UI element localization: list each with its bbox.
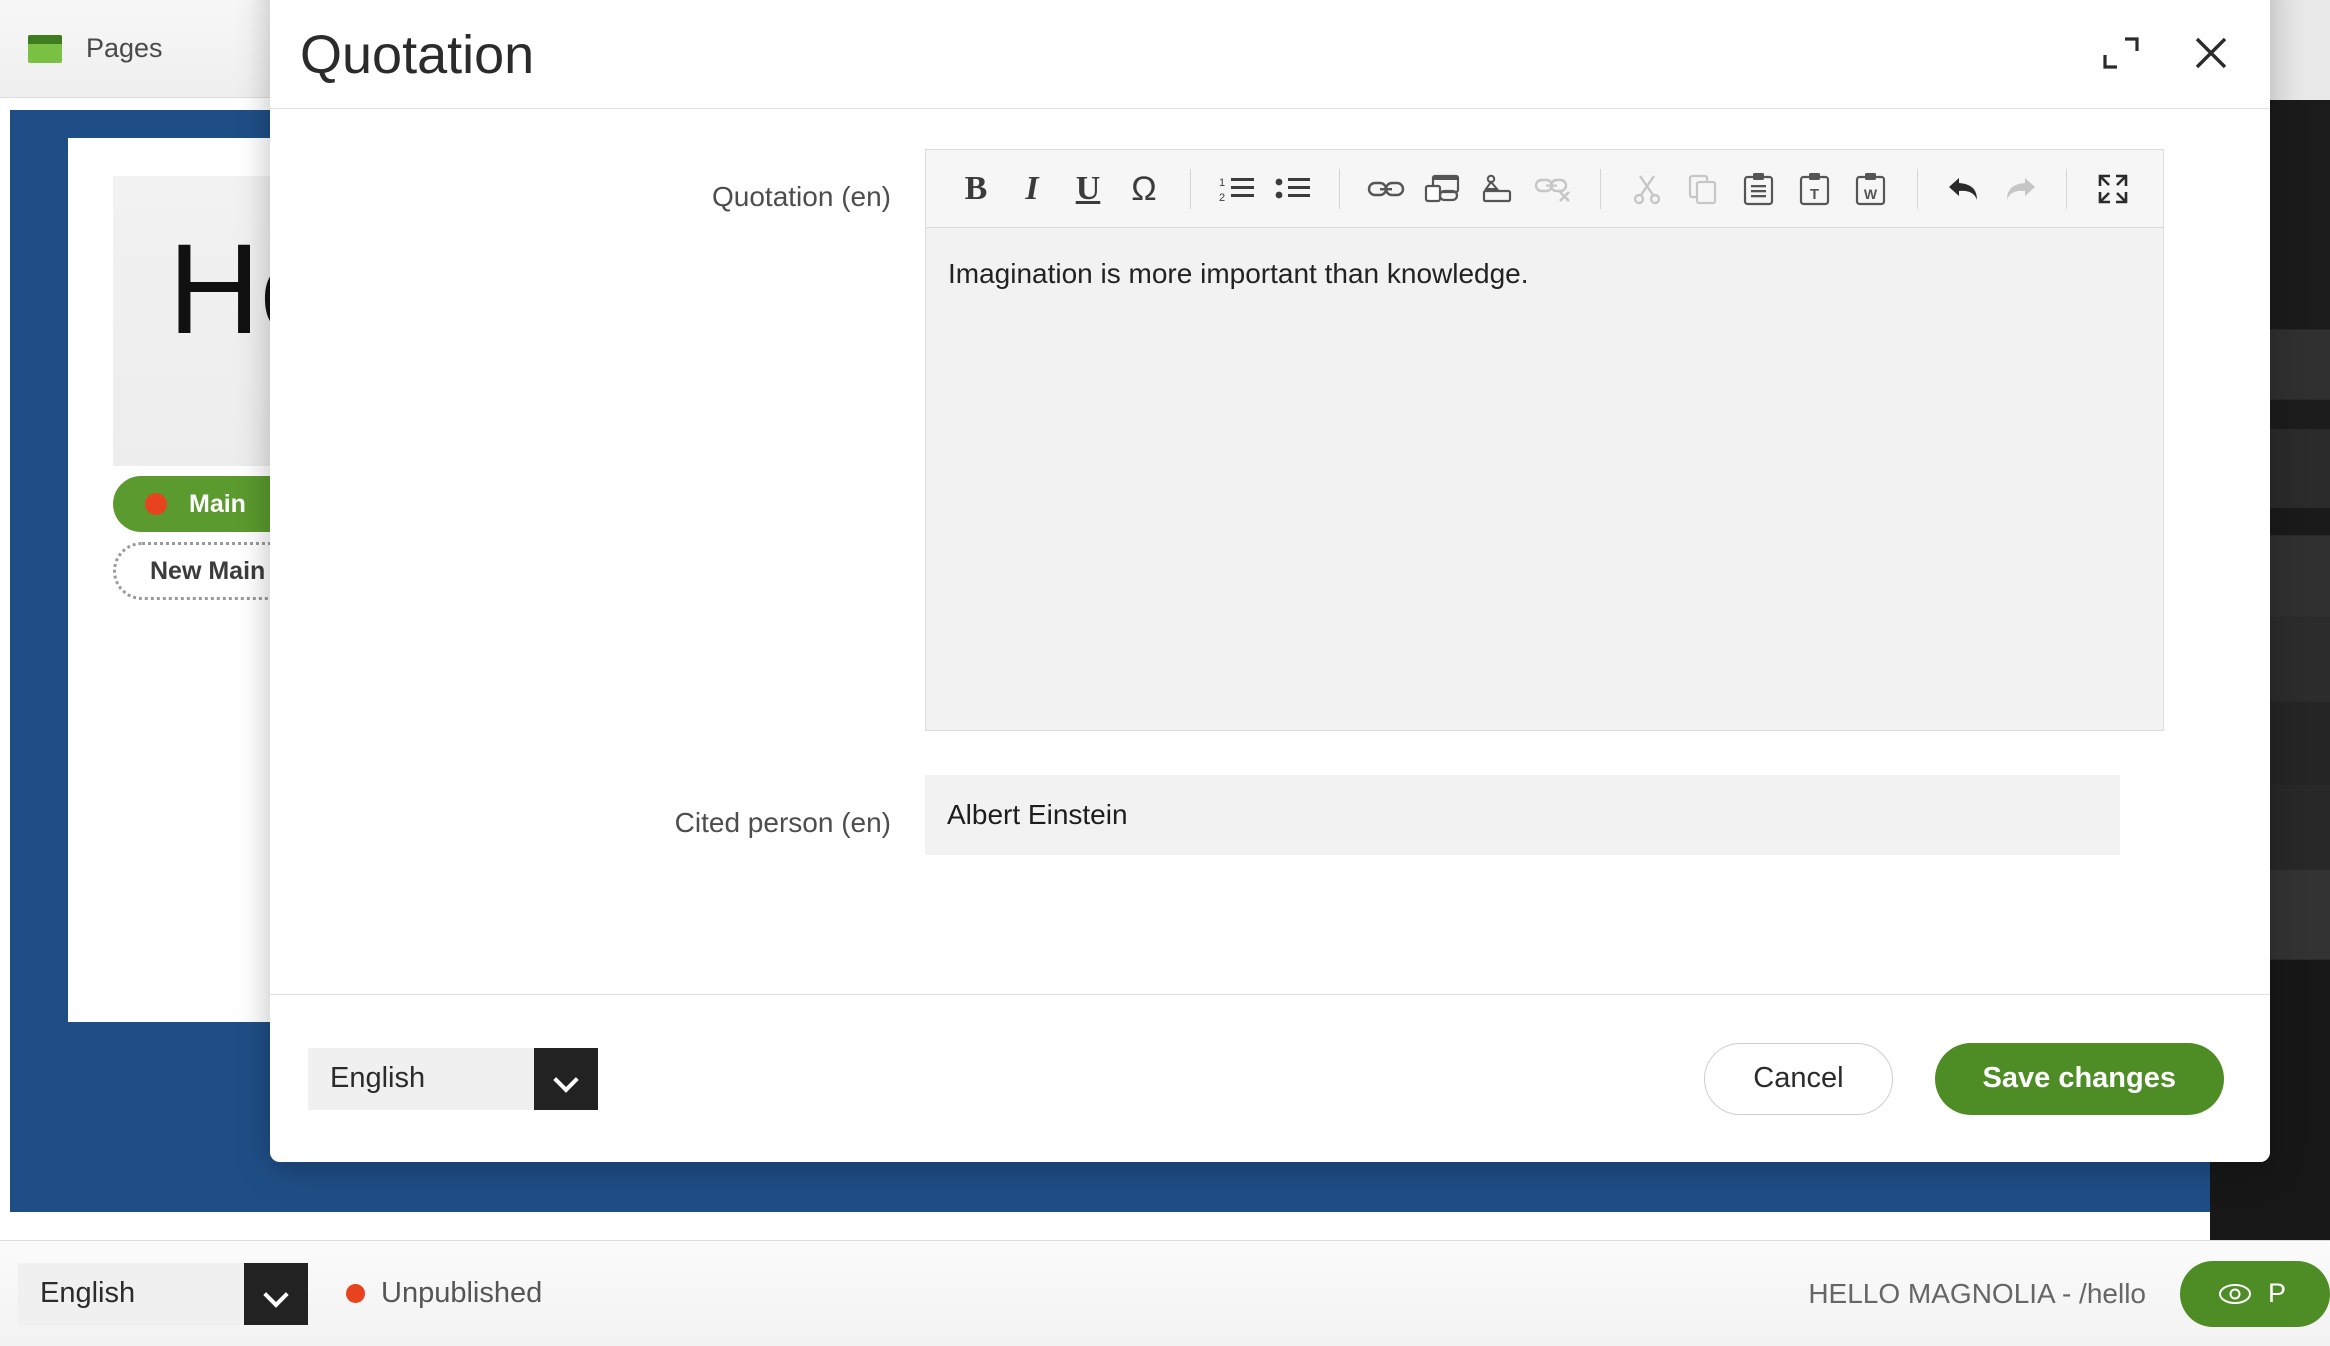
underline-icon[interactable]: U [1060, 161, 1116, 217]
field-cited-person: Cited person (en) Albert Einstein [270, 775, 2270, 855]
cited-person-input[interactable]: Albert Einstein [925, 775, 2120, 855]
quotation-dialog: Quotation Quotation (en) B I U Ω 1 2 T W… [270, 0, 2270, 1162]
unlink-icon [1526, 161, 1582, 217]
chevron-down-icon[interactable] [534, 1047, 598, 1110]
toolbar-separator [1339, 168, 1340, 209]
maximize-editor-icon[interactable] [2085, 161, 2141, 217]
undo-icon[interactable] [1936, 161, 1992, 217]
field-quotation-control: B I U Ω 1 2 T W Imagination is more impo… [925, 149, 2270, 731]
svg-text:T: T [1810, 186, 1819, 203]
svg-text:W: W [1864, 186, 1878, 202]
field-quotation-label: Quotation (en) [712, 181, 891, 212]
rich-text-editor: B I U Ω 1 2 T W Imagination is more impo… [925, 149, 2164, 731]
italic-icon[interactable]: I [1004, 161, 1060, 217]
numbered-list-icon[interactable]: 1 2 [1209, 161, 1265, 217]
paste-icon[interactable] [1731, 161, 1787, 217]
field-quotation: Quotation (en) B I U Ω 1 2 T W Imaginati… [270, 149, 2270, 731]
toolbar-separator [1190, 168, 1191, 209]
close-icon[interactable] [2188, 30, 2234, 76]
rich-text-content[interactable]: Imagination is more important than knowl… [926, 228, 2163, 730]
link-icon[interactable] [1358, 161, 1414, 217]
svg-text:2: 2 [1219, 192, 1225, 204]
bold-icon[interactable]: B [948, 161, 1004, 217]
dialog-title: Quotation [300, 25, 535, 85]
dialog-header-actions [2098, 0, 2234, 76]
maximize-icon[interactable] [2098, 30, 2144, 76]
save-changes-button[interactable]: Save changes [1934, 1042, 2224, 1115]
toolbar-separator [1917, 168, 1918, 209]
special-character-icon[interactable]: Ω [1116, 161, 1172, 217]
dialog-footer: English Cancel Save changes [270, 994, 2270, 1162]
svg-text:1: 1 [1219, 177, 1225, 189]
field-cited-person-label: Cited person (en) [674, 807, 891, 838]
dialog-header: Quotation [270, 0, 2270, 108]
dialog-body: Quotation (en) B I U Ω 1 2 T W Imaginati… [270, 109, 2270, 994]
dialog-scrim: Quotation Quotation (en) B I U Ω 1 2 T W… [0, 0, 2330, 1346]
cut-icon [1619, 161, 1675, 217]
toolbar-separator [2066, 168, 2067, 209]
dialog-language-select[interactable]: English [308, 1047, 598, 1110]
dialog-language-value: English [330, 1062, 426, 1094]
toolbar-separator [1600, 168, 1601, 209]
copy-icon [1675, 161, 1731, 217]
cancel-button[interactable]: Cancel [1704, 1042, 1893, 1115]
redo-icon [1992, 161, 2048, 217]
page-link-icon[interactable] [1414, 161, 1470, 217]
bulleted-list-icon[interactable] [1265, 161, 1321, 217]
rte-toolbar: B I U Ω 1 2 T W [926, 150, 2163, 228]
anchor-icon[interactable] [1470, 161, 1526, 217]
paste-text-icon[interactable]: T [1787, 161, 1843, 217]
paste-word-icon[interactable]: W [1843, 161, 1899, 217]
field-cited-person-control: Albert Einstein [925, 775, 2270, 855]
